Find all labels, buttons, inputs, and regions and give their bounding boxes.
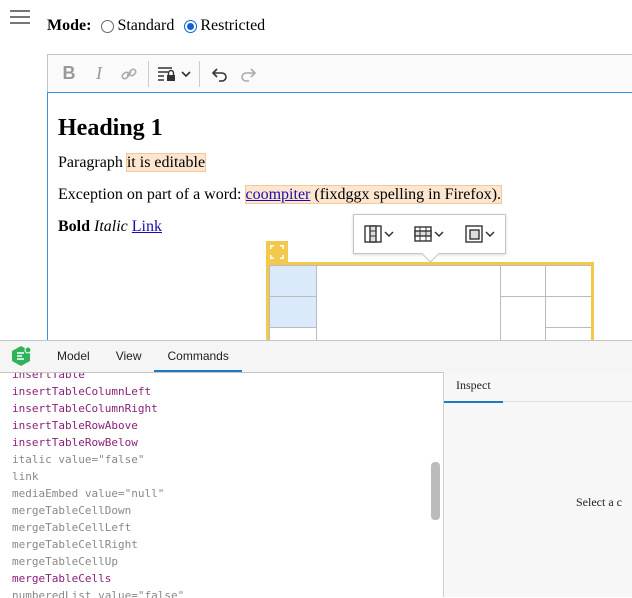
table-column-icon	[364, 225, 382, 243]
table-cell[interactable]	[545, 265, 591, 297]
table[interactable]	[266, 262, 594, 352]
toolbar-separator	[148, 60, 149, 87]
undo-icon[interactable]	[204, 59, 234, 89]
tab-model[interactable]: Model	[44, 349, 103, 372]
tab-commands[interactable]: Commands	[154, 349, 242, 372]
heading-1[interactable]: Heading 1	[58, 115, 632, 142]
tab-inspect[interactable]: Inspect	[444, 372, 503, 403]
command-item[interactable]: insertTableColumnRight	[12, 402, 158, 415]
inspect-pane: Inspect Select a c	[444, 372, 632, 597]
command-item[interactable]: mergeTableCells	[12, 572, 111, 585]
toolbar-separator	[199, 60, 200, 87]
command-item[interactable]: insertTableRowBelow	[12, 436, 138, 449]
commands-scrollbar[interactable]	[431, 462, 440, 520]
table-cell[interactable]	[316, 265, 501, 349]
mode-label: Mode	[47, 17, 87, 34]
table-column-dropdown[interactable]	[364, 225, 394, 243]
command-item[interactable]: link	[12, 470, 39, 483]
coompiter-link[interactable]: coompiter	[246, 186, 311, 203]
select-message: Select a c	[576, 495, 622, 509]
table-cell-selected[interactable]	[269, 296, 317, 328]
command-item[interactable]: mergeTableCellLeft	[12, 521, 131, 534]
radio-standard-label[interactable]: Standard	[117, 17, 174, 35]
table-cell[interactable]	[545, 296, 591, 328]
command-item[interactable]: mergeTableCellUp	[12, 555, 118, 568]
radio-restricted[interactable]	[184, 19, 198, 33]
commands-list[interactable]: insertTable insertTableColumnLeft insert…	[0, 373, 430, 598]
paragraph-2[interactable]: Exception on part of a word: coompiter (…	[58, 185, 632, 204]
table-cell[interactable]	[500, 265, 546, 297]
command-item[interactable]: insertTable	[12, 373, 85, 381]
chevron-down-icon	[485, 231, 495, 238]
link-text[interactable]: Link	[132, 218, 162, 235]
menu-icon[interactable]	[10, 10, 30, 26]
table-toolbar	[353, 214, 506, 254]
table-cell-selected[interactable]	[269, 265, 317, 297]
table-row-dropdown[interactable]	[414, 225, 445, 243]
tab-view[interactable]: View	[103, 349, 155, 372]
command-item[interactable]: mergeTableCellDown	[12, 504, 131, 517]
mode-selector: Mode: Standard Restricted	[47, 17, 266, 35]
radio-restricted-label[interactable]: Restricted	[200, 17, 265, 35]
table-row-icon	[414, 226, 433, 242]
editable-exception-2[interactable]: (fixdggx spelling in Firefox).	[310, 186, 501, 203]
command-item[interactable]: mergeTableCellRight	[12, 538, 138, 551]
command-item[interactable]: italic value="false"	[12, 453, 144, 466]
bold-text: Bold	[58, 218, 91, 235]
command-item[interactable]: insertTableRowAbove	[12, 419, 138, 432]
ckeditor-logo-icon	[12, 346, 32, 366]
editable-exception[interactable]: it is editable	[125, 153, 207, 172]
chevron-down-icon	[434, 231, 445, 238]
link-icon[interactable]	[114, 59, 144, 89]
paragraph-1[interactable]: Paragraph it is editable	[58, 153, 632, 172]
redo-icon[interactable]	[234, 59, 264, 89]
command-item[interactable]: insertTableColumnLeft	[12, 385, 151, 398]
radio-standard[interactable]	[101, 19, 115, 33]
inspect-tabs: Inspect	[444, 372, 632, 403]
merge-cells-icon	[465, 225, 483, 243]
chevron-down-icon	[384, 231, 394, 238]
italic-text: Italic	[94, 218, 128, 235]
merge-cells-dropdown[interactable]	[465, 225, 495, 243]
paragraph-2-text: Exception on part of a word:	[58, 186, 246, 203]
paragraph-1-text: Paragraph	[58, 154, 127, 171]
inspector-tabs: Model View Commands	[0, 341, 632, 373]
italic-icon[interactable]: I	[84, 59, 114, 89]
command-item[interactable]: mediaEmbed value="null"	[12, 487, 164, 500]
table-select-handle-icon[interactable]	[266, 241, 288, 263]
editor-toolbar: B I	[47, 54, 632, 92]
paragraph-3[interactable]: Bold Italic Link	[58, 218, 632, 236]
restricted-editing-icon[interactable]	[153, 59, 195, 89]
bold-icon[interactable]: B	[54, 59, 84, 89]
